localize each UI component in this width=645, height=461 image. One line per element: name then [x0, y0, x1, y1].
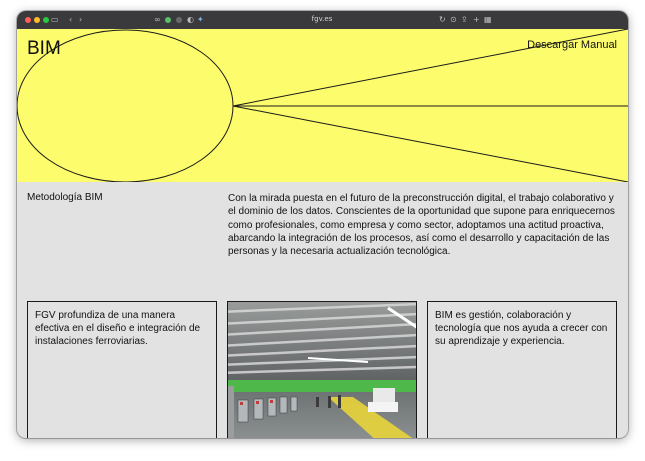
- extension-gray-icon[interactable]: [176, 17, 182, 23]
- extension-icon[interactable]: ∞: [154, 14, 161, 26]
- section-label: Metodología BIM: [27, 192, 103, 203]
- hero-banner: BIM Descargar Manual: [17, 29, 628, 182]
- download-manual-link[interactable]: Descargar Manual: [527, 39, 617, 51]
- tab-overview-icon[interactable]: ▦: [484, 14, 492, 26]
- contrast-icon[interactable]: ◐: [187, 14, 194, 26]
- share-icon[interactable]: ⇪: [461, 14, 468, 26]
- hero-ray-bottom: [232, 105, 628, 182]
- info-card-bim: BIM es gestión, colaboración y tecnologí…: [427, 301, 617, 438]
- extension-green-icon[interactable]: [165, 17, 171, 23]
- brand-title[interactable]: BIM: [27, 38, 61, 60]
- download-icon[interactable]: ⊙: [450, 14, 457, 26]
- back-icon[interactable]: ‹: [69, 14, 72, 26]
- address-bar[interactable]: fgv.es: [297, 15, 347, 23]
- new-tab-icon[interactable]: +: [473, 14, 480, 26]
- section-description: Con la mirada puesta en el futuro de la …: [228, 193, 615, 258]
- minimize-window-button[interactable]: [34, 17, 40, 23]
- forward-icon[interactable]: ›: [79, 14, 82, 26]
- close-window-button[interactable]: [25, 17, 31, 23]
- bird-icon[interactable]: ✦: [197, 14, 204, 26]
- metro-station-photo: [227, 301, 417, 438]
- browser-window: ▭ ‹ › ∞ ◐ ✦ fgv.es ↻ ⊙ ⇪ + ▦ BIM Descarg…: [17, 11, 628, 438]
- card-text: BIM es gestión, colaboración y tecnologí…: [435, 310, 608, 347]
- browser-toolbar: ▭ ‹ › ∞ ◐ ✦ fgv.es ↻ ⊙ ⇪ + ▦: [17, 11, 628, 29]
- hero-graphic: [17, 29, 628, 182]
- sidebar-icon[interactable]: ▭: [51, 14, 59, 26]
- reload-icon[interactable]: ↻: [439, 14, 446, 26]
- card-text: FGV profundiza de una manera efectiva en…: [35, 310, 201, 347]
- zoom-window-button[interactable]: [43, 17, 49, 23]
- info-card-design: FGV profundiza de una manera efectiva en…: [27, 301, 217, 438]
- metro-station-image: [228, 302, 416, 438]
